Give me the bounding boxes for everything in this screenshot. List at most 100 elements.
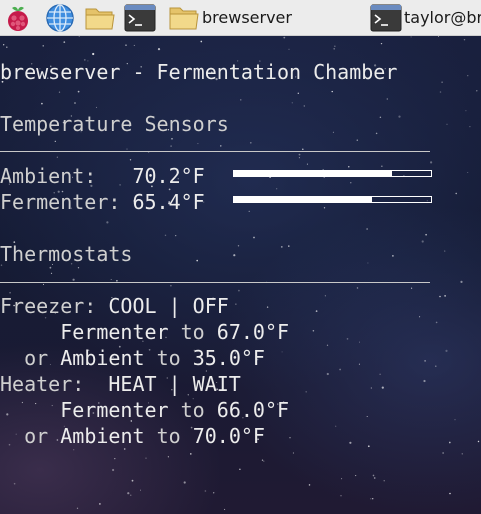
star [305,391,307,393]
star [460,280,463,283]
star [467,75,469,77]
star [261,459,264,461]
heater-mode: HEAT | WAIT [108,372,241,396]
sensor-bar-fermenter [233,196,432,203]
star [476,90,478,92]
star [477,440,480,443]
sensors-heading: Temperature Sensors [0,112,229,136]
star [78,35,80,37]
heater-row: Heater: HEAT | WAIT [0,371,241,397]
sensor-value: 65.4°F [132,190,205,214]
star [423,379,426,383]
star [303,105,306,107]
sensor-label: Ambient: [0,164,121,188]
star [239,468,241,470]
star [157,48,161,51]
star [370,387,372,389]
star [281,351,283,353]
star [444,295,446,297]
star [435,365,437,367]
star [6,46,8,48]
star [164,234,167,237]
star [110,278,112,281]
star [424,360,426,362]
star [448,441,451,444]
star [49,266,52,269]
star [298,157,300,159]
star [379,116,382,119]
star [42,45,44,47]
star [358,341,361,343]
star [469,126,471,128]
file-manager-icon[interactable] [84,2,116,34]
star [224,508,226,510]
target-value: 66.0°F [216,398,290,422]
star [446,123,448,125]
star [441,81,443,84]
taskbar-task-file-manager[interactable]: brewserver [168,2,358,33]
star [340,495,342,497]
star [125,44,127,46]
star [398,115,401,118]
star [334,45,336,47]
terminal-icon[interactable] [124,2,156,34]
star [333,47,336,50]
sensor-row-ambient: Ambient: 70.2°F [0,163,205,189]
star [332,131,334,133]
star [341,478,343,480]
star [276,188,278,190]
star [13,482,16,485]
sensor-value: 70.2°F [132,164,205,188]
star [263,460,265,462]
star [375,132,378,135]
star [129,159,132,161]
star [167,456,169,458]
freezer-row: Freezer: COOL | OFF [0,293,229,319]
star [444,250,446,252]
star [437,35,440,38]
to-word: to [156,346,181,370]
star [283,36,286,39]
star [366,415,368,418]
target-name: Ambient [60,424,145,448]
star [63,41,66,43]
star [77,90,80,93]
raspberry-pi-menu-icon[interactable] [2,2,34,34]
target-value: 35.0°F [192,346,265,370]
heater-label: Heater: [0,372,85,396]
to-word: to [180,320,205,344]
star [280,246,283,248]
star [127,492,130,495]
star [131,479,134,482]
star [235,303,237,305]
star [335,425,337,427]
star [445,349,448,352]
star [288,48,290,50]
star [240,99,242,101]
star [308,484,311,486]
star [435,321,438,324]
star [92,52,95,56]
star [95,106,98,108]
star [130,494,132,496]
star [292,452,294,454]
star [373,477,376,479]
target-value: 67.0°F [216,320,290,344]
task-label: brewserver [202,8,292,27]
star [3,44,5,46]
sensor-bar-fill [234,171,392,176]
star [323,207,326,209]
star [133,44,135,46]
star [220,145,222,147]
sensor-label: Fermenter: [0,190,121,214]
star [370,498,372,500]
star [76,507,79,509]
web-browser-icon[interactable] [44,2,76,34]
star [449,492,451,495]
sensor-row-fermenter: Fermenter: 65.4°F [0,189,205,215]
star [145,457,147,459]
star [288,245,290,247]
star [326,344,329,346]
star [366,228,368,230]
taskbar-task-terminal[interactable]: taylor@bre [370,2,481,33]
